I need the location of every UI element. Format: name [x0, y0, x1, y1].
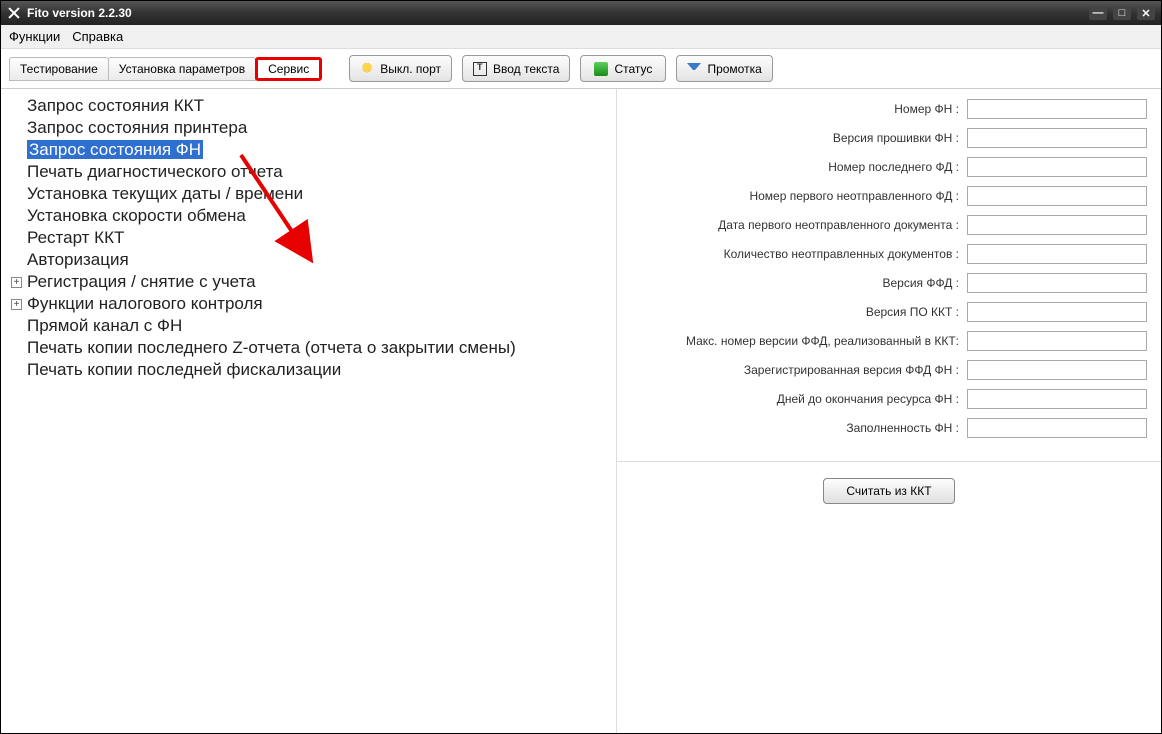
- window-title: Fito version 2.2.30: [27, 6, 1089, 20]
- fn-fill-field[interactable]: [967, 418, 1147, 438]
- content-area: Запрос состояния ККТ Запрос состояния пр…: [1, 89, 1161, 733]
- form-panel: Номер ФН : Версия прошивки ФН : Номер по…: [617, 89, 1161, 462]
- scroll-label: Промотка: [707, 62, 761, 76]
- read-kkt-button[interactable]: Считать из ККТ: [823, 478, 954, 504]
- scroll-button[interactable]: Промотка: [676, 55, 772, 82]
- status-label: Статус: [614, 62, 652, 76]
- input-text-label: Ввод текста: [493, 62, 559, 76]
- maximize-button[interactable]: □: [1113, 6, 1131, 20]
- text-icon: [473, 62, 487, 76]
- form-label: Дата первого неотправленного документа :: [718, 218, 959, 232]
- form-label: Макс. номер версии ФФД, реализованный в …: [686, 334, 959, 348]
- form-row: Номер первого неотправленного ФД :: [631, 186, 1147, 206]
- tab-testing[interactable]: Тестирование: [9, 57, 109, 81]
- input-text-button[interactable]: Ввод текста: [462, 55, 570, 82]
- tree-item[interactable]: Рестарт ККТ: [5, 227, 612, 249]
- form-label: Дней до окончания ресурса ФН :: [777, 392, 959, 406]
- form-label: Версия прошивки ФН :: [833, 131, 959, 145]
- max-ffd-kkt-field[interactable]: [967, 331, 1147, 351]
- form-row: Дата первого неотправленного документа :: [631, 215, 1147, 235]
- tree-item[interactable]: Прямой канал с ФН: [5, 315, 612, 337]
- tabset: Тестирование Установка параметров Сервис: [9, 57, 321, 81]
- port-off-label: Выкл. порт: [380, 62, 441, 76]
- tree-item-selected[interactable]: Запрос состояния ФН: [5, 139, 612, 161]
- last-fd-field[interactable]: [967, 157, 1147, 177]
- reg-ffd-fn-field[interactable]: [967, 360, 1147, 380]
- ffd-version-field[interactable]: [967, 273, 1147, 293]
- form-label: Заполненность ФН :: [846, 421, 959, 435]
- tree-item[interactable]: Запрос состояния принтера: [5, 117, 612, 139]
- unsent-count-field[interactable]: [967, 244, 1147, 264]
- window-controls: — □ ✕: [1089, 6, 1155, 20]
- status-button[interactable]: Статус: [580, 55, 666, 82]
- form-row: Количество неотправленных документов :: [631, 244, 1147, 264]
- expander-icon[interactable]: +: [11, 277, 22, 288]
- port-off-button[interactable]: Выкл. порт: [349, 55, 452, 82]
- fn-number-field[interactable]: [967, 99, 1147, 119]
- button-area: Считать из ККТ: [617, 462, 1161, 520]
- form-row: Заполненность ФН :: [631, 418, 1147, 438]
- tree-item[interactable]: Запрос состояния ККТ: [5, 95, 612, 117]
- first-unsent-date-field[interactable]: [967, 215, 1147, 235]
- tab-params[interactable]: Установка параметров: [108, 57, 256, 81]
- form-label: Версия ПО ККТ :: [866, 305, 959, 319]
- first-unsent-fd-field[interactable]: [967, 186, 1147, 206]
- app-icon: [7, 6, 21, 20]
- app-window: Fito version 2.2.30 — □ ✕ Функции Справк…: [0, 0, 1162, 734]
- chevron-down-icon: [687, 63, 701, 77]
- days-remaining-field[interactable]: [967, 389, 1147, 409]
- right-panel: Номер ФН : Версия прошивки ФН : Номер по…: [616, 89, 1161, 733]
- empty-space: [617, 520, 1161, 733]
- form-label: Зарегистрированная версия ФФД ФН :: [744, 363, 959, 377]
- close-button[interactable]: ✕: [1137, 6, 1155, 20]
- form-row: Номер последнего ФД :: [631, 157, 1147, 177]
- tree-item-expandable[interactable]: + Функции налогового контроля: [5, 293, 612, 315]
- function-tree: Запрос состояния ККТ Запрос состояния пр…: [5, 95, 612, 381]
- form-row: Дней до окончания ресурса ФН :: [631, 389, 1147, 409]
- form-row: Номер ФН :: [631, 99, 1147, 119]
- menu-help[interactable]: Справка: [72, 29, 123, 44]
- tool-buttons: Выкл. порт Ввод текста Статус Промотка: [349, 55, 773, 82]
- tree-item[interactable]: Установка текущих даты / времени: [5, 183, 612, 205]
- menubar: Функции Справка: [1, 25, 1161, 49]
- tree-item[interactable]: Установка скорости обмена: [5, 205, 612, 227]
- tree-item[interactable]: Печать диагностического отчета: [5, 161, 612, 183]
- form-label: Номер ФН :: [894, 102, 959, 116]
- tab-service[interactable]: Сервис: [255, 57, 322, 81]
- form-row: Версия прошивки ФН :: [631, 128, 1147, 148]
- form-row: Версия ПО ККТ :: [631, 302, 1147, 322]
- form-label: Номер первого неотправленного ФД :: [749, 189, 959, 203]
- form-row: Версия ФФД :: [631, 273, 1147, 293]
- toolbar-row: Тестирование Установка параметров Сервис…: [1, 49, 1161, 89]
- fn-firmware-field[interactable]: [967, 128, 1147, 148]
- titlebar: Fito version 2.2.30 — □ ✕: [1, 1, 1161, 25]
- form-label: Версия ФФД :: [882, 276, 959, 290]
- tree-panel: Запрос состояния ККТ Запрос состояния пр…: [1, 89, 616, 733]
- form-label: Номер последнего ФД :: [828, 160, 959, 174]
- bulb-icon: [360, 62, 374, 76]
- menu-functions[interactable]: Функции: [9, 29, 60, 44]
- form-row: Макс. номер версии ФФД, реализованный в …: [631, 331, 1147, 351]
- tree-item[interactable]: Авторизация: [5, 249, 612, 271]
- form-label: Количество неотправленных документов :: [724, 247, 959, 261]
- form-row: Зарегистрированная версия ФФД ФН :: [631, 360, 1147, 380]
- tree-item[interactable]: Печать копии последнего Z-отчета (отчета…: [5, 337, 612, 359]
- kkt-sw-version-field[interactable]: [967, 302, 1147, 322]
- status-icon: [594, 62, 608, 76]
- expander-icon[interactable]: +: [11, 299, 22, 310]
- tree-item[interactable]: Печать копии последней фискализации: [5, 359, 612, 381]
- tree-item-expandable[interactable]: + Регистрация / снятие с учета: [5, 271, 612, 293]
- minimize-button[interactable]: —: [1089, 6, 1107, 20]
